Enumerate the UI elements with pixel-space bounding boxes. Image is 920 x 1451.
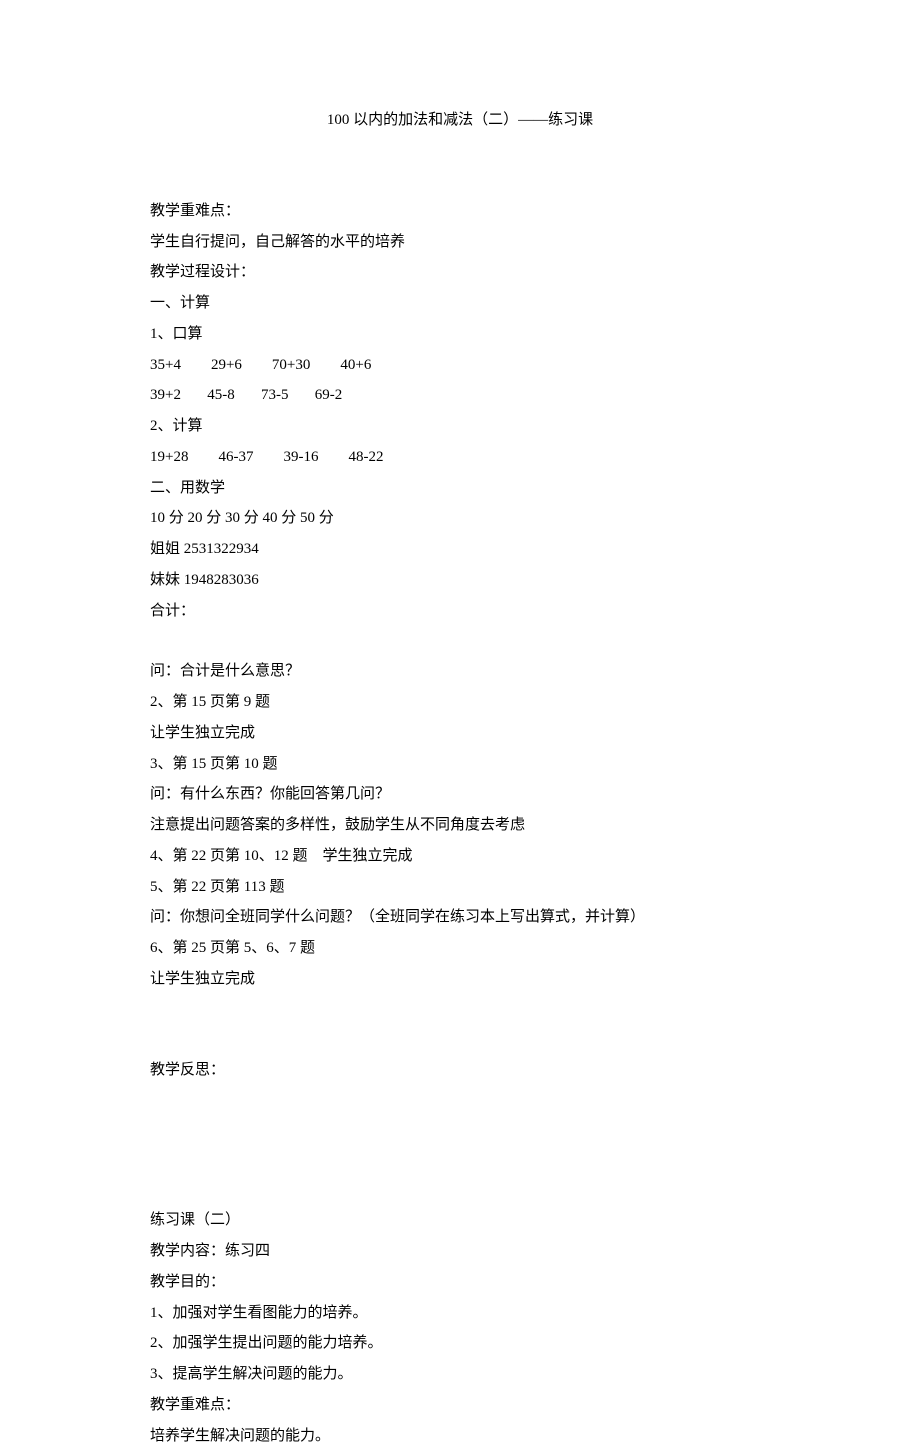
text-line: 4、第 22 页第 10、12 题 学生独立完成 [150, 841, 770, 872]
text-line: 教学目的： [150, 1267, 770, 1298]
text-line: 39+2 45-8 73-5 69-2 [150, 380, 770, 411]
text-line: 练习课（二） [150, 1205, 770, 1236]
text-line: 问：有什么东西？你能回答第几问？ [150, 779, 770, 810]
document-body: 教学重难点：学生自行提问，自己解答的水平的培养教学过程设计：一、计算1、口算35… [150, 196, 770, 1451]
text-line: 学生自行提问，自己解答的水平的培养 [150, 227, 770, 258]
text-line: 2、第 15 页第 9 题 [150, 687, 770, 718]
text-line: 让学生独立完成 [150, 964, 770, 995]
text-line: 1、加强对学生看图能力的培养。 [150, 1298, 770, 1329]
text-line: 姐姐 2531322934 [150, 534, 770, 565]
text-line [150, 1025, 770, 1055]
text-line [150, 1175, 770, 1205]
text-line: 10 分 20 分 30 分 40 分 50 分 [150, 503, 770, 534]
text-line: 培养学生解决问题的能力。 [150, 1421, 770, 1451]
text-line: 19+28 46-37 39-16 48-22 [150, 442, 770, 473]
text-line: 教学反思： [150, 1055, 770, 1086]
text-line: 问：你想问全班同学什么问题？（全班同学在练习本上写出算式，并计算） [150, 902, 770, 933]
text-line: 3、提高学生解决问题的能力。 [150, 1359, 770, 1390]
text-line: 一、计算 [150, 288, 770, 319]
text-line: 注意提出问题答案的多样性，鼓励学生从不同角度去考虑 [150, 810, 770, 841]
text-line: 3、第 15 页第 10 题 [150, 749, 770, 780]
text-line: 2、计算 [150, 411, 770, 442]
text-line [150, 1115, 770, 1145]
text-line: 教学重难点： [150, 1390, 770, 1421]
text-line: 教学过程设计： [150, 257, 770, 288]
text-line: 问：合计是什么意思？ [150, 656, 770, 687]
text-line: 教学重难点： [150, 196, 770, 227]
text-line: 合计： [150, 596, 770, 627]
text-line [150, 1145, 770, 1175]
text-line: 1、口算 [150, 319, 770, 350]
text-line [150, 626, 770, 656]
text-line: 5、第 22 页第 113 题 [150, 872, 770, 903]
text-line: 教学内容：练习四 [150, 1236, 770, 1267]
document-title: 100 以内的加法和减法（二）——练习课 [150, 105, 770, 136]
text-line: 35+4 29+6 70+30 40+6 [150, 350, 770, 381]
text-line: 让学生独立完成 [150, 718, 770, 749]
text-line: 6、第 25 页第 5、6、7 题 [150, 933, 770, 964]
text-line [150, 1085, 770, 1115]
text-line [150, 995, 770, 1025]
text-line: 妹妹 1948283036 [150, 565, 770, 596]
text-line: 二、用数学 [150, 473, 770, 504]
text-line: 2、加强学生提出问题的能力培养。 [150, 1328, 770, 1359]
